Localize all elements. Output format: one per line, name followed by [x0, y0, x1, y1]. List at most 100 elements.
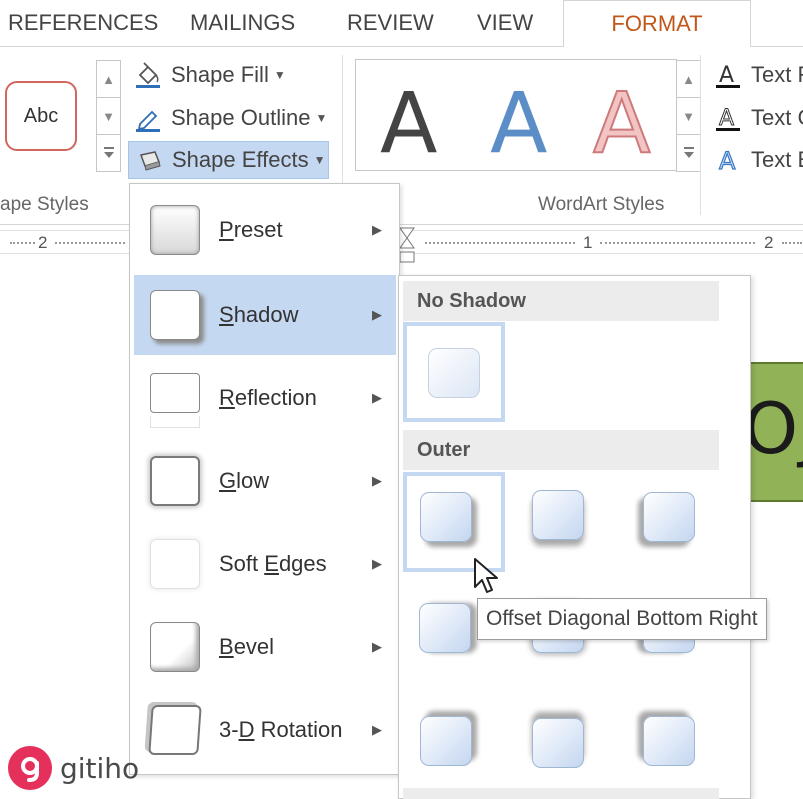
- ruler-number: 2: [764, 233, 774, 252]
- preset-icon: [150, 205, 200, 255]
- menu-item-label: Preset: [219, 217, 283, 242]
- ruler-number: 1: [583, 233, 593, 252]
- menu-item-label: Reflection: [219, 385, 317, 410]
- shape-effects-menu: Preset ▶ Shadow ▶ Reflection ▶ Glow ▶ So…: [129, 183, 400, 775]
- pen-outline-icon: [133, 103, 163, 133]
- shape-outline-label: Shape Outline: [171, 105, 311, 130]
- indent-marker[interactable]: [398, 226, 416, 266]
- shadow-offset-diagonal-top-left[interactable]: [643, 716, 695, 766]
- bevel-icon: [150, 622, 200, 672]
- shadow-gallery: No Shadow Outer: [398, 275, 751, 799]
- shape-fill-button[interactable]: Shape Fill ▼: [133, 56, 286, 94]
- ruler-ticks: [10, 240, 35, 244]
- menu-item-label: Shadow: [219, 302, 299, 327]
- wordart-style-black[interactable]: A: [380, 81, 437, 165]
- shadow-icon: [150, 290, 200, 340]
- 3d-rotation-icon: [148, 705, 202, 755]
- menu-item-3d-rotation[interactable]: 3-D Rotation ▶: [134, 690, 396, 770]
- svg-text:A: A: [719, 147, 736, 174]
- reflection-mirror: [150, 416, 200, 428]
- soft-edges-icon: [150, 539, 200, 589]
- text-effects-button[interactable]: A Text E: [713, 141, 803, 179]
- gitiho-wordmark: gitiho: [60, 751, 140, 785]
- ribbon: Abc ▲ ▼ Shape Fill ▼ Shape Outline ▼ Sha…: [0, 47, 803, 225]
- wordart-style-blue[interactable]: A: [490, 81, 547, 165]
- chevron-right-icon: ▶: [372, 390, 382, 405]
- no-shadow-heading: No Shadow: [403, 281, 719, 321]
- shadow-offset-right[interactable]: [419, 603, 471, 653]
- menu-item-label: Glow: [219, 468, 270, 493]
- gallery-more-icon[interactable]: [676, 134, 701, 172]
- menu-item-bevel[interactable]: Bevel ▶: [134, 607, 396, 687]
- reflection-icon: [150, 373, 200, 413]
- ruler-number: 2: [38, 233, 48, 252]
- tab-view[interactable]: VIEW: [477, 0, 533, 47]
- chevron-right-icon: ▶: [372, 639, 382, 654]
- horizontal-ruler: 2 1 2: [0, 226, 803, 263]
- shape-fill-label: Shape Fill: [171, 62, 269, 87]
- tab-format[interactable]: FORMAT: [563, 0, 751, 48]
- text-fill-button[interactable]: A Text F: [713, 56, 803, 94]
- shape-effects-icon: [134, 145, 164, 175]
- inner-heading-partial: [403, 788, 719, 799]
- text-effects-icon: A: [713, 145, 743, 175]
- shadow-offset-diagonal-bottom-right[interactable]: [420, 492, 472, 542]
- tab-mailings[interactable]: MAILINGS: [190, 0, 295, 47]
- chevron-right-icon: ▶: [372, 473, 382, 488]
- gitiho-badge-icon: [8, 746, 52, 790]
- text-outline-button[interactable]: A Text C: [713, 99, 803, 137]
- text-fill-icon: A: [713, 60, 743, 90]
- chevron-right-icon: ▶: [372, 556, 382, 571]
- wordart-style-pink[interactable]: A: [592, 80, 651, 166]
- ruler-ticks: [55, 240, 125, 244]
- tab-references[interactable]: REFERENCES: [8, 0, 158, 47]
- shadow-offset-diagonal-bottom-left[interactable]: [643, 492, 695, 542]
- wordart-gallery-scroll: ▲ ▼: [676, 60, 701, 172]
- ribbon-tab-bar: REFERENCES MAILINGS REVIEW VIEW FORMAT: [0, 0, 803, 48]
- menu-item-glow[interactable]: Glow ▶: [134, 441, 396, 521]
- menu-item-soft-edges[interactable]: Soft Edges ▶: [134, 524, 396, 604]
- document-shape[interactable]: Oj: [749, 362, 803, 502]
- chevron-down-icon: ▼: [315, 111, 328, 125]
- menu-item-label: Soft Edges: [219, 551, 327, 576]
- shape-styles-gallery-scroll: ▲ ▼: [96, 60, 121, 172]
- ruler-ticks: [600, 240, 755, 244]
- mouse-cursor-icon: [472, 557, 500, 597]
- wordart-styles-group-label: WordArt Styles: [538, 194, 665, 215]
- ruler-ticks: [782, 240, 802, 244]
- glow-icon: [150, 456, 200, 506]
- menu-item-preset[interactable]: Preset ▶: [134, 190, 396, 270]
- chevron-down-icon: ▼: [313, 153, 326, 167]
- menu-item-shadow[interactable]: Shadow ▶: [134, 275, 396, 355]
- menu-item-reflection[interactable]: Reflection ▶: [134, 358, 396, 438]
- svg-text:A: A: [719, 106, 734, 131]
- svg-text:A: A: [719, 63, 734, 88]
- chevron-down-icon: ▼: [273, 68, 286, 82]
- shadow-offset-bottom[interactable]: [532, 490, 584, 540]
- gallery-down-icon[interactable]: ▼: [676, 97, 701, 135]
- text-outline-icon: A: [713, 103, 743, 133]
- text-effects-label: Text E: [751, 147, 803, 172]
- shape-outline-button[interactable]: Shape Outline ▼: [133, 99, 327, 137]
- gallery-more-icon[interactable]: [96, 134, 121, 172]
- gallery-up-icon[interactable]: ▲: [676, 60, 701, 98]
- text-outline-label: Text C: [751, 105, 803, 130]
- tooltip: Offset Diagonal Bottom Right: [477, 598, 767, 640]
- shape-effects-button[interactable]: Shape Effects ▼: [128, 141, 329, 179]
- group-divider: [700, 55, 701, 215]
- gallery-down-icon[interactable]: ▼: [96, 97, 121, 135]
- shape-styles-group-label: ape Styles: [0, 194, 89, 215]
- no-shadow-swatch[interactable]: [428, 348, 480, 398]
- shape-text: Oj: [751, 388, 803, 470]
- shape-style-preview[interactable]: Abc: [5, 81, 77, 151]
- paint-bucket-icon: [133, 60, 163, 90]
- text-fill-label: Text F: [751, 62, 803, 87]
- shadow-offset-top[interactable]: [532, 718, 584, 768]
- chevron-right-icon: ▶: [372, 222, 382, 237]
- outer-heading: Outer: [403, 430, 719, 470]
- ruler-ticks: [425, 240, 575, 244]
- tab-review[interactable]: REVIEW: [347, 0, 434, 47]
- shadow-offset-diagonal-top-right[interactable]: [420, 716, 472, 766]
- gallery-up-icon[interactable]: ▲: [96, 60, 121, 98]
- gitiho-logo: gitiho: [8, 744, 139, 792]
